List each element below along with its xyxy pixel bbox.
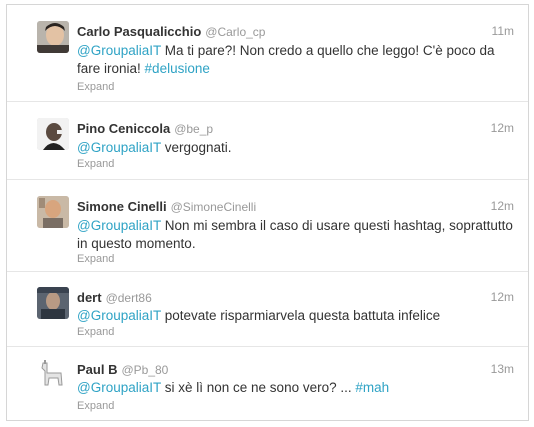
tweet-hashtag-link[interactable]: #mah [355,380,389,395]
expand-link[interactable]: Expand [77,400,114,412]
tweet-fullname[interactable]: Paul B [77,362,117,377]
tweet-timestamp[interactable]: 11m [492,24,514,38]
tweet-item[interactable]: Simone Cinelli @SimoneCinelli 12m @Groupa… [7,180,528,272]
expand-link[interactable]: Expand [77,81,114,93]
avatar[interactable] [37,118,69,150]
tweet-item[interactable]: Paul B @Pb_80 13m @GroupaliaIT si xè lì n… [7,347,528,420]
tweet-mention-link[interactable]: @GroupaliaIT [77,43,161,58]
tweet-username[interactable]: @dert86 [106,291,152,305]
tweet-text: @GroupaliaIT si xè lì non ce ne sono ver… [77,379,517,397]
expand-link[interactable]: Expand [77,158,114,170]
tweet-fullname[interactable]: Carlo Pasqualicchio [77,24,201,39]
tweet-fullname[interactable]: Pino Ceniccola [77,121,170,136]
tweet-timestamp[interactable]: 12m [491,121,514,135]
tweet-fullname[interactable]: Simone Cinelli [77,199,167,214]
tweet-item[interactable]: Carlo Pasqualicchio @Carlo_cp 11m @Groupa… [7,5,528,102]
tweet-mention-link[interactable]: @GroupaliaIT [77,380,161,395]
avatar[interactable] [37,359,69,391]
avatar-photo-icon [37,287,69,319]
tweet-timestamp[interactable]: 12m [491,199,514,213]
tweet-timestamp[interactable]: 13m [491,362,514,376]
tweet-mention-link[interactable]: @GroupaliaIT [77,308,161,323]
tweet-timestamp[interactable]: 12m [491,290,514,304]
expand-link[interactable]: Expand [77,326,114,338]
tweet-text: @GroupaliaIT Non mi sembra il caso di us… [77,217,517,253]
tweet-mention-link[interactable]: @GroupaliaIT [77,218,161,233]
tweet-stream: Carlo Pasqualicchio @Carlo_cp 11m @Groupa… [6,4,529,421]
tweet-username[interactable]: @SimoneCinelli [171,200,257,214]
tweet-header: Carlo Pasqualicchio @Carlo_cp 11m [77,23,514,39]
tweet-username[interactable]: @be_p [174,122,213,136]
tweet-item[interactable]: Pino Ceniccola @be_p 12m @GroupaliaIT ver… [7,102,528,180]
tweet-body: vergognati. [161,140,232,155]
tweet-header: dert @dert86 12m [77,289,514,305]
tweet-mention-link[interactable]: @GroupaliaIT [77,140,161,155]
avatar[interactable] [37,196,69,228]
avatar-photo-icon [37,118,69,150]
tweet-username[interactable]: @Carlo_cp [205,25,265,39]
tweet-text: @GroupaliaIT potevate risparmiarvela que… [77,307,517,325]
tweet-username[interactable]: @Pb_80 [121,363,168,377]
tweet-text: @GroupaliaIT vergognati. [77,139,517,157]
expand-link[interactable]: Expand [77,253,114,265]
tweet-body: potevate risparmiarvela questa battuta i… [161,308,441,323]
avatar-photo-icon [37,21,69,53]
tweet-body: si xè lì non ce ne sono vero? ... [161,380,356,395]
tweet-header: Pino Ceniccola @be_p 12m [77,120,514,136]
tweet-fullname[interactable]: dert [77,290,102,305]
tweet-text: @GroupaliaIT Ma ti pare?! Non credo a qu… [77,42,517,78]
tweet-hashtag-link[interactable]: #delusione [145,61,210,76]
tweet-header: Paul B @Pb_80 13m [77,361,514,377]
llama-avatar-icon [37,359,69,391]
tweet-header: Simone Cinelli @SimoneCinelli 12m [77,198,514,214]
avatar-photo-icon [37,196,69,228]
avatar[interactable] [37,21,69,53]
tweet-item[interactable]: dert @dert86 12m @GroupaliaIT potevate ri… [7,272,528,347]
avatar[interactable] [37,287,69,319]
